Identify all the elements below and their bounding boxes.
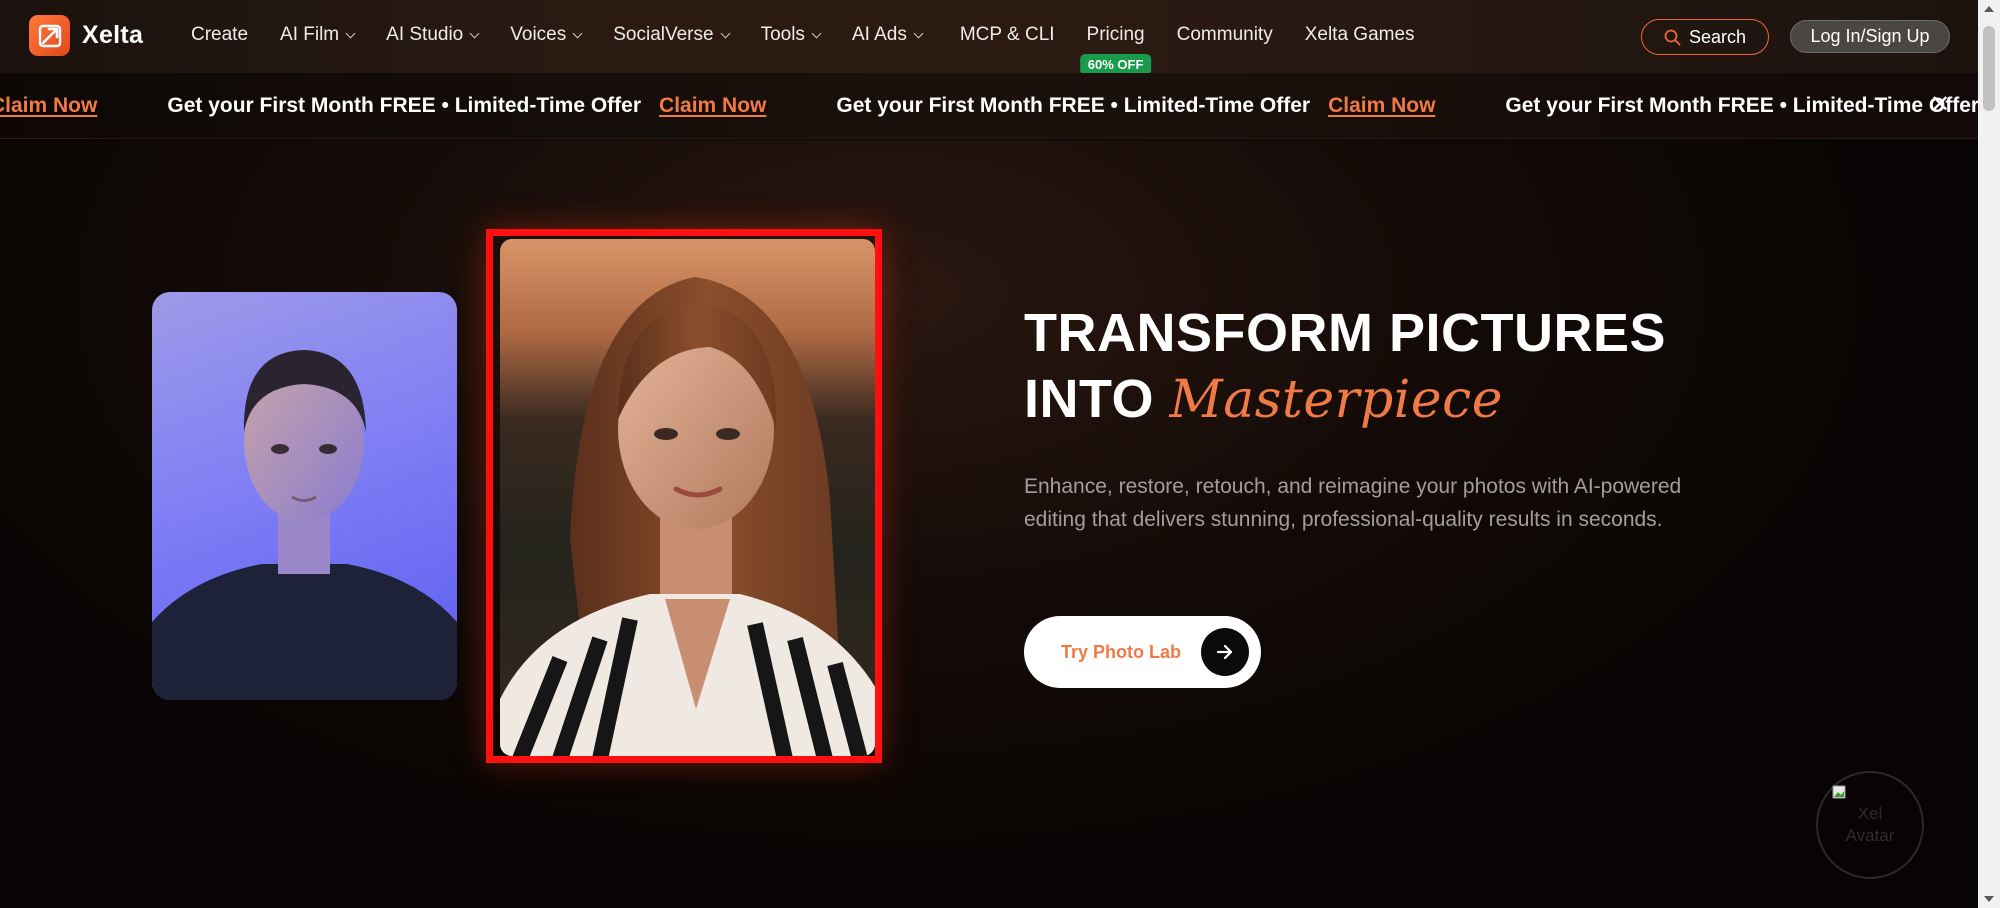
promo-offer-text: Get your First Month FREE • Limited-Time… [1505, 94, 1978, 117]
try-photo-lab-button[interactable]: Try Photo Lab [1024, 616, 1261, 688]
scroll-up-arrow-icon[interactable] [1984, 6, 1994, 12]
xelta-logo-icon [29, 15, 70, 56]
brand-logo[interactable]: Xelta [29, 15, 143, 56]
nav-item-label: AI Ads [851, 24, 907, 45]
avatar-widget-line1: Xel [1857, 804, 1883, 823]
search-icon [1664, 29, 1681, 45]
search-button[interactable]: Search [1641, 19, 1769, 55]
avatar-widget[interactable]: Xel Avatar [1816, 771, 1924, 879]
nav-item-pricing[interactable]: Pricing 60% OFF [1079, 24, 1152, 75]
login-signup-button[interactable]: Log In/Sign Up [1790, 20, 1950, 53]
hero-section: TRANSFORM PICTURES INTO Masterpiece Enha… [0, 140, 1978, 908]
sample-portrait-before [152, 292, 457, 700]
hero-headline: TRANSFORM PICTURES INTO Masterpiece [1024, 300, 1666, 433]
nav-item-mcp-cli[interactable]: MCP & CLI [960, 24, 1055, 46]
scroll-down-arrow-icon[interactable] [1984, 896, 1994, 902]
claim-now-link[interactable]: Claim Now [1328, 94, 1435, 118]
chevron-down-icon [572, 28, 583, 38]
nav-item-socialverse[interactable]: SocialVerse [613, 24, 731, 46]
nav-item-create[interactable]: Create [191, 24, 248, 46]
arrow-right-icon [1201, 628, 1249, 676]
nav-item-label: Pricing [1086, 24, 1145, 45]
nav-item-community[interactable]: Community [1177, 24, 1273, 46]
promo-offer-text: Get your First Month FREE • Limited-Time… [167, 94, 642, 117]
cta-label: Try Photo Lab [1061, 641, 1182, 662]
chevron-down-icon [811, 28, 822, 38]
nav-item-label: Voices [510, 24, 567, 45]
claim-now-link[interactable]: Claim Now [0, 94, 97, 118]
nav-item-voices[interactable]: Voices [510, 24, 583, 46]
main-menu: Create AI Film AI Studio Voices SocialVe… [191, 0, 1447, 75]
nav-item-label: Community [1176, 24, 1273, 45]
nav-item-label: Xelta Games [1304, 24, 1415, 45]
close-icon[interactable]: ✕ [1930, 93, 1950, 117]
nav-item-ai-film[interactable]: AI Film [280, 24, 356, 46]
discount-badge: 60% OFF [1079, 54, 1152, 75]
nav-item-label: SocialVerse [613, 24, 714, 45]
scrollbar-thumb[interactable] [1983, 26, 1995, 111]
nav-item-label: MCP & CLI [959, 24, 1055, 45]
nav-item-label: AI Studio [386, 24, 464, 45]
top-navigation-bar: Xelta Create AI Film AI Studio Voices So… [0, 0, 1978, 75]
promo-marquee: Claim Now Get your First Month FREE • Li… [0, 73, 1978, 138]
nav-item-label: Tools [760, 24, 805, 45]
nav-item-ai-studio[interactable]: AI Studio [386, 24, 480, 46]
chevron-down-icon [720, 28, 731, 38]
avatar-widget-line2: Avatar [1845, 826, 1895, 845]
nav-item-label: Create [191, 24, 249, 45]
sample-portrait-selected[interactable] [486, 229, 882, 763]
promo-offer-text: Get your First Month FREE • Limited-Time… [836, 94, 1311, 117]
headline-prefix: INTO [1024, 369, 1155, 429]
chevron-down-icon [345, 28, 356, 38]
claim-now-link[interactable]: Claim Now [659, 94, 766, 118]
promo-banner: Claim Now Get your First Month FREE • Li… [0, 73, 1978, 139]
broken-image-icon [1832, 785, 1846, 799]
nav-item-label: AI Film [280, 24, 340, 45]
brand-name: Xelta [82, 21, 144, 49]
nav-item-tools[interactable]: Tools [760, 24, 822, 46]
chevron-down-icon [469, 28, 480, 38]
headline-line-1: TRANSFORM PICTURES [1024, 303, 1666, 363]
page-scrollbar[interactable] [1978, 0, 2000, 908]
headline-accent: Masterpiece [1169, 370, 1504, 430]
hero-description: Enhance, restore, retouch, and reimagine… [1024, 475, 1682, 531]
nav-item-ai-ads[interactable]: AI Ads [851, 24, 924, 46]
headline-line-2: INTO Masterpiece [1024, 366, 1666, 433]
search-label: Search [1688, 26, 1747, 47]
nav-item-xelta-games[interactable]: Xelta Games [1305, 24, 1415, 46]
portrait-photo [500, 239, 875, 756]
chevron-down-icon [913, 28, 924, 38]
